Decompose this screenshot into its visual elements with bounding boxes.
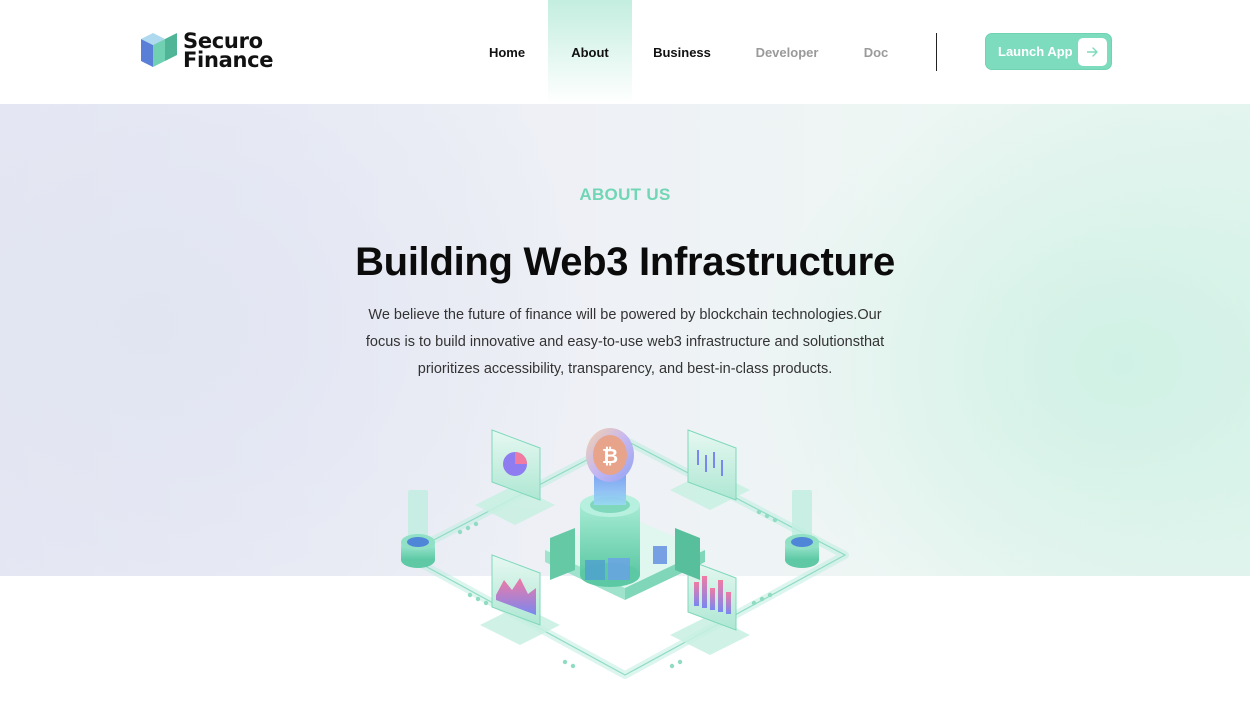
hero-description-line: focus is to build innovative and easy-to… [365, 334, 885, 350]
nav-item-about[interactable]: About [548, 0, 632, 104]
page-title: Building Web3 Infrastructure [355, 240, 895, 284]
nav-divider [936, 33, 937, 71]
arrow-right-icon [1078, 38, 1107, 66]
area-chart-panel [491, 554, 541, 626]
nav-item-home[interactable]: Home [476, 0, 538, 104]
site-header: Securo Finance Home About Business Devel… [0, 0, 1250, 104]
central-server: ₿ [545, 428, 705, 600]
nav-item-developer[interactable]: Developer [748, 0, 826, 104]
section-kicker: ABOUT US [579, 185, 671, 204]
launch-app-button[interactable]: Launch App [985, 33, 1112, 70]
svg-text:₿: ₿ [602, 444, 618, 468]
left-node [401, 490, 435, 568]
nav-item-doc[interactable]: Doc [856, 0, 896, 104]
launch-app-label: Launch App [998, 44, 1073, 59]
blockchain-infrastructure-illustration: ₿ [401, 428, 849, 679]
hero-description: We believe the future of finance will be… [345, 302, 905, 383]
nav-item-business[interactable]: Business [646, 0, 718, 104]
hero-description-line: We believe the future of finance will be… [368, 307, 882, 323]
pie-chart-panel [491, 429, 541, 501]
hero-description-line: prioritizes accessibility, transparency,… [417, 361, 833, 377]
